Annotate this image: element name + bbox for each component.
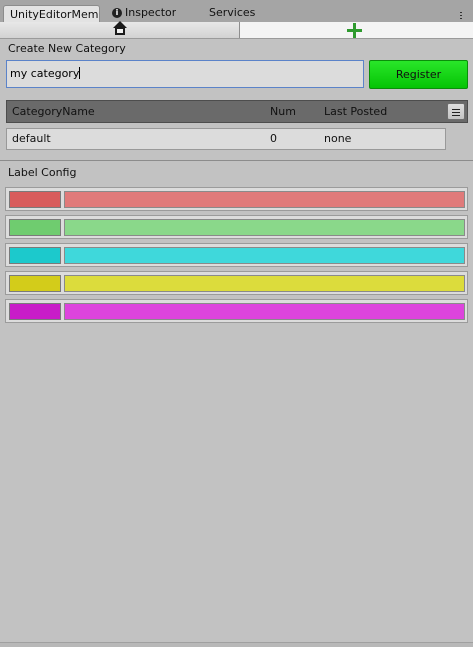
label-color-swatch[interactable] — [9, 303, 61, 320]
label-name-field[interactable] — [64, 219, 465, 236]
tab-label: Inspector — [125, 6, 177, 19]
label-name-field[interactable] — [64, 191, 465, 208]
label-color-swatch[interactable] — [9, 275, 61, 292]
table-menu-button[interactable] — [447, 103, 465, 120]
tab-services[interactable]: Services — [209, 4, 255, 22]
header-num[interactable]: Num — [270, 101, 296, 122]
tab-unity-editor-memo[interactable]: UnityEditorMem — [3, 5, 100, 23]
tab-label: Services — [209, 6, 256, 19]
label-config-row — [5, 271, 468, 295]
label-color-swatch[interactable] — [9, 191, 61, 208]
label-config-row — [5, 215, 468, 239]
home-icon — [113, 21, 127, 35]
cell-last-posted: none — [324, 132, 352, 145]
menu-lines-icon — [457, 10, 465, 21]
cell-category-name: default — [12, 132, 51, 145]
table-row[interactable]: default 0 none — [6, 128, 446, 150]
register-button[interactable]: Register — [369, 60, 468, 89]
label-config-row — [5, 299, 468, 323]
toolbar — [0, 21, 473, 39]
category-table-header: CategoryName Num Last Posted — [6, 100, 468, 123]
section-divider — [0, 160, 473, 161]
category-name-input[interactable]: my category — [6, 60, 364, 88]
add-button[interactable] — [240, 22, 473, 38]
header-category-name[interactable]: CategoryName — [12, 101, 95, 122]
plus-icon — [347, 23, 362, 38]
label-config-row — [5, 187, 468, 211]
label-config-title: Label Config — [8, 166, 77, 179]
label-name-field[interactable] — [64, 303, 465, 320]
window-bottom-edge — [0, 642, 473, 647]
label-color-swatch[interactable] — [9, 247, 61, 264]
create-category-label: Create New Category — [8, 42, 126, 55]
label-color-swatch[interactable] — [9, 219, 61, 236]
editor-tab-bar: UnityEditorMem i Inspector Services — [0, 0, 473, 23]
label-name-field[interactable] — [64, 247, 465, 264]
category-name-value: my category — [10, 67, 80, 80]
header-last-posted[interactable]: Last Posted — [324, 101, 387, 122]
info-icon: i — [112, 8, 122, 18]
text-caret — [79, 67, 81, 79]
window-menu-icon[interactable] — [457, 4, 467, 19]
label-config-row — [5, 243, 468, 267]
label-name-field[interactable] — [64, 275, 465, 292]
home-button[interactable] — [0, 21, 240, 38]
cell-num: 0 — [270, 132, 277, 145]
tab-label: UnityEditorMem — [10, 8, 99, 21]
